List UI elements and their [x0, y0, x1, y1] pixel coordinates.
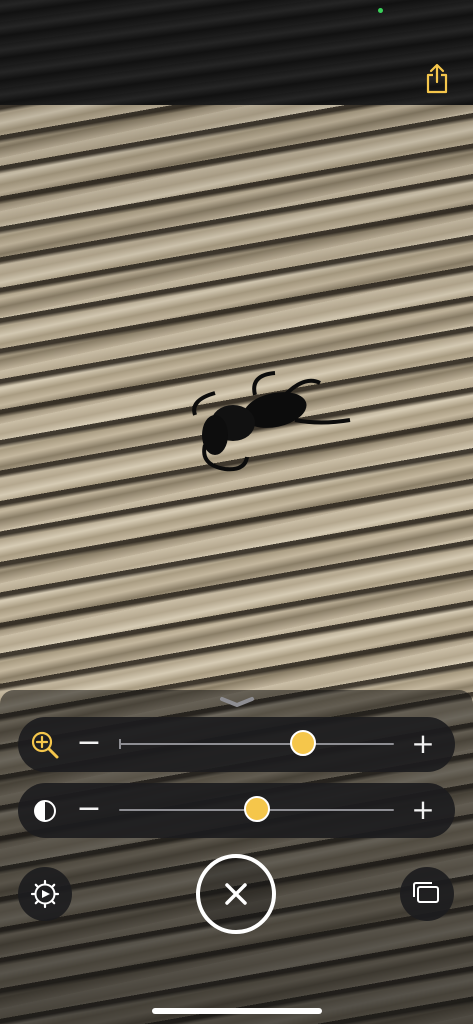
multiple-frames-button[interactable]	[400, 867, 454, 921]
zoom-slider-thumb[interactable]	[290, 730, 317, 756]
close-button[interactable]	[196, 854, 276, 934]
filters-gear-icon	[30, 879, 60, 909]
multiple-frames-icon	[413, 882, 439, 903]
share-icon	[426, 63, 448, 94]
chevron-down-icon	[220, 697, 254, 707]
top-bar	[0, 0, 473, 105]
camera-indicator-dot	[378, 8, 383, 13]
contrast-slider-row: − +	[18, 783, 455, 838]
contrast-slider-thumb[interactable]	[243, 796, 270, 822]
zoom-magnifier-icon	[30, 730, 60, 760]
zoom-out-button[interactable]: −	[76, 728, 102, 758]
contrast-decrease-button[interactable]: −	[76, 794, 102, 824]
home-indicator[interactable]	[152, 1008, 322, 1014]
insect-subject	[192, 371, 351, 472]
zoom-slider-track[interactable]	[119, 743, 394, 745]
zoom-in-button[interactable]: +	[410, 730, 436, 758]
contrast-increase-button[interactable]: +	[410, 796, 436, 824]
contrast-icon	[30, 796, 60, 826]
collapse-controls-button[interactable]	[218, 694, 256, 708]
filters-settings-button[interactable]	[18, 867, 72, 921]
zoom-slider-row: − +	[18, 717, 455, 772]
close-icon	[225, 883, 247, 905]
share-button[interactable]	[422, 62, 452, 96]
